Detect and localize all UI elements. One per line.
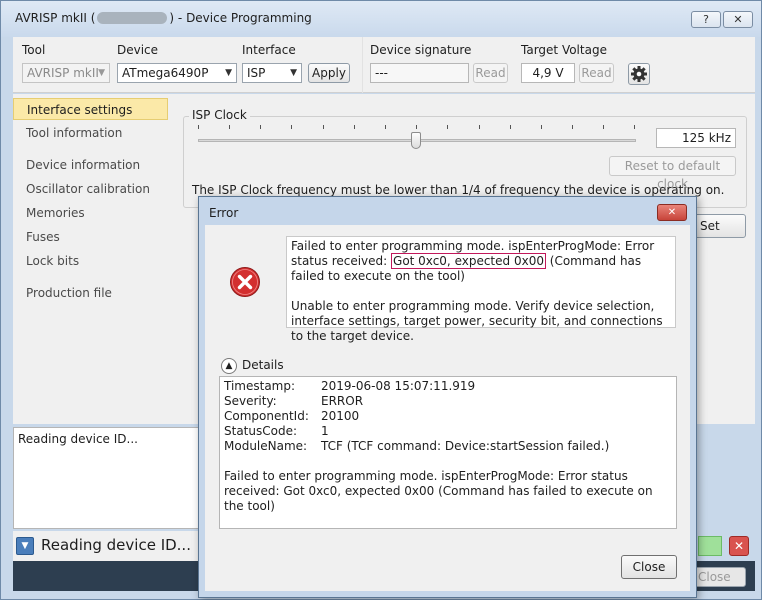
title-bar: AVRISP mkII ( ) - Device Programming ? ✕ (1, 1, 761, 37)
target-voltage-label: Target Voltage (521, 43, 607, 57)
details-key: ComponentId: (224, 409, 309, 423)
sidebar-item-device-information[interactable]: Device information (13, 154, 168, 176)
window-title-prefix: AVRISP mkII ( (15, 11, 96, 25)
details-row: Timestamp: 2019-06-08 15:07:11.919 (224, 379, 672, 394)
window-title-suffix: ) - Device Programming (169, 11, 312, 25)
slider-tick (541, 125, 542, 129)
device-label: Device (117, 43, 159, 57)
toolbar: Tool AVRISP mkII ▼ Device ATmega6490P ▼ In… (13, 37, 755, 93)
details-value: 20100 (321, 409, 360, 423)
log-panel: Reading device ID... (13, 427, 199, 529)
signature-read-button: Read (473, 63, 508, 83)
slider-tick (229, 125, 230, 129)
details-label: Details (242, 358, 284, 372)
status-text: Reading device ID... (41, 536, 191, 554)
sidebar-item-lock-bits[interactable]: Lock bits (13, 250, 168, 272)
device-signature-field: --- (370, 63, 469, 83)
slider-tick (572, 125, 573, 129)
details-toggle[interactable]: ▲ Details (221, 357, 284, 374)
tool-select-value: AVRISP mkII (27, 66, 99, 80)
sidebar-item-memories[interactable]: Memories (13, 202, 168, 224)
chevron-down-icon: ▼ (290, 68, 297, 78)
gear-icon (631, 66, 647, 82)
details-row: StatusCode: 1 (224, 424, 672, 439)
slider-tick (385, 125, 386, 129)
log-line: Reading device ID... (18, 432, 138, 446)
cancel-operation-button[interactable]: ✕ (729, 536, 749, 556)
tool-label: Tool (22, 43, 46, 57)
interface-select[interactable]: ISP ▼ (242, 63, 302, 83)
slider-tick (323, 125, 324, 129)
isp-clock-legend: ISP Clock (189, 108, 250, 122)
dialog-title: Error (209, 206, 239, 220)
slider-tick (634, 125, 635, 129)
device-signature-label: Device signature (370, 43, 472, 57)
device-select[interactable]: ATmega6490P ▼ (117, 63, 237, 83)
details-value: 2019-06-08 15:07:11.919 (321, 379, 476, 393)
main-close-button[interactable]: Close (691, 567, 746, 587)
sidebar-item-oscillator-calibration[interactable]: Oscillator calibration (13, 178, 168, 200)
set-button[interactable]: Set (691, 214, 746, 238)
details-row: ComponentId: 20100 (224, 409, 672, 424)
details-value: ERROR (321, 394, 364, 408)
status-bar: ▼ Reading device ID... (13, 531, 199, 561)
error-message-primary: Failed to enter programming mode. ispEnt… (291, 239, 671, 284)
details-key: StatusCode: (224, 424, 298, 438)
sidebar-item-interface-settings[interactable]: Interface settings (13, 98, 168, 120)
details-row: Severity: ERROR (224, 394, 672, 409)
chevron-down-icon: ▼ (225, 68, 232, 78)
sidebar-item-fuses[interactable]: Fuses (13, 226, 168, 248)
dialog-close-button[interactable]: Close (621, 555, 677, 579)
error-message-secondary: Unable to enter programming mode. Verify… (291, 299, 663, 343)
tool-select: AVRISP mkII ▼ (22, 63, 110, 83)
details-panel: Timestamp: 2019-06-08 15:07:11.919 Severi… (219, 376, 677, 529)
slider-tick (291, 125, 292, 129)
details-row: ModuleName: TCF (TCF command: Device:star… (224, 439, 672, 454)
details-message: Failed to enter programming mode. ispEnt… (224, 469, 653, 513)
expand-status-button[interactable]: ▼ (16, 537, 34, 555)
interface-select-value: ISP (247, 66, 266, 80)
help-button[interactable]: ? (691, 11, 721, 28)
error-message-box: Failed to enter programming mode. ispEnt… (286, 236, 676, 343)
details-value: TCF (TCF command: Device:startSession fa… (321, 439, 610, 453)
slider-tick (447, 125, 448, 129)
slider-tick (260, 125, 261, 129)
details-key: Severity: (224, 394, 277, 408)
window-close-button[interactable]: ✕ (723, 11, 753, 28)
slider-tick (510, 125, 511, 129)
close-icon: ✕ (733, 539, 745, 553)
isp-clock-slider-thumb[interactable] (411, 132, 421, 149)
apply-button[interactable]: Apply (308, 63, 350, 83)
reset-default-clock-button: Reset to default clock (609, 156, 736, 191)
chevron-down-icon: ▼ (98, 68, 105, 78)
isp-clock-note: The ISP Clock frequency must be lower th… (192, 183, 725, 197)
settings-button[interactable] (628, 63, 650, 85)
error-highlight: Got 0xc0, expected 0x00 (391, 253, 546, 269)
chevron-up-icon: ▲ (221, 357, 237, 374)
dialog-close-x-button[interactable]: ✕ (657, 204, 687, 221)
isp-clock-value-field[interactable]: 125 kHz (656, 128, 736, 148)
redacted-serial (97, 11, 168, 24)
error-icon (230, 267, 260, 297)
slider-tick (198, 125, 199, 129)
slider-tick (603, 125, 604, 129)
target-voltage-field: 4,9 V (521, 63, 575, 83)
window-title: AVRISP mkII ( ) - Device Programming (15, 11, 312, 26)
voltage-read-button: Read (579, 63, 614, 83)
toolbar-divider (362, 37, 363, 93)
status-progress-indicator (698, 536, 722, 556)
sidebar-item-tool-information[interactable]: Tool information (13, 122, 168, 144)
dialog-body: Failed to enter programming mode. ispEnt… (205, 225, 690, 591)
interface-label: Interface (242, 43, 296, 57)
sidebar-item-production-file[interactable]: Production file (13, 282, 168, 304)
details-value: 1 (321, 424, 329, 438)
error-dialog: Error ✕ Failed to enter programming mode… (198, 196, 697, 598)
chevron-down-icon: ▼ (21, 541, 29, 551)
slider-tick (479, 125, 480, 129)
device-select-value: ATmega6490P (122, 66, 209, 80)
details-key: Timestamp: (224, 379, 296, 393)
slider-tick (416, 125, 417, 129)
slider-tick (354, 125, 355, 129)
details-key: ModuleName: (224, 439, 308, 453)
